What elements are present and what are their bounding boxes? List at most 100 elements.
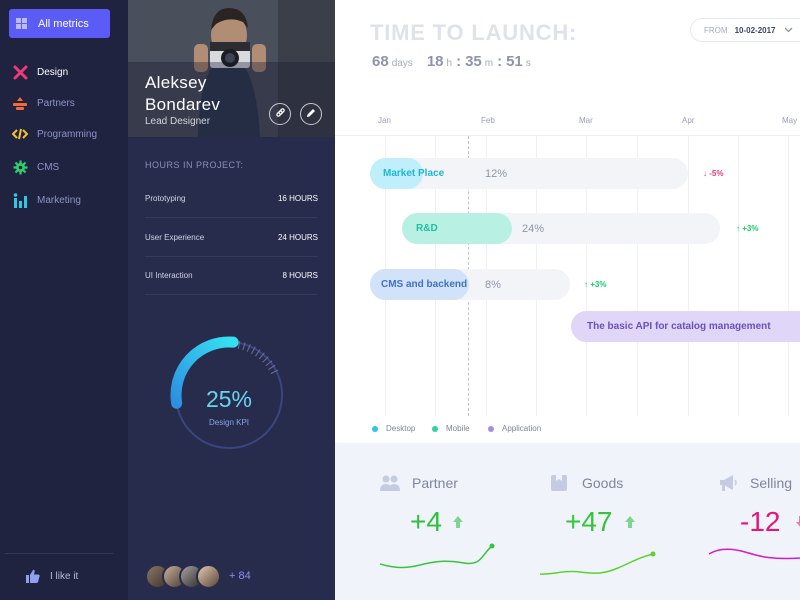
grid-line	[688, 136, 689, 416]
megaphone-icon	[718, 474, 738, 492]
profile-first-name: Aleksey	[145, 73, 207, 92]
hours-row: User Experience 24 HOURS	[145, 219, 318, 257]
team-avatars[interactable]: + 84	[145, 562, 251, 590]
legend-label: Desktop	[386, 424, 416, 433]
legend-item: Desktop	[372, 424, 415, 433]
countdown-days: 68	[372, 53, 389, 70]
arrow-up-icon	[453, 515, 463, 533]
gantt-bar-label: CMS and backend	[381, 279, 468, 290]
chevron-down-icon	[784, 26, 793, 35]
like-button[interactable]: I like it	[26, 569, 78, 583]
hours-row-label: User Experience	[145, 233, 205, 242]
gantt-bar-label: Market Place	[383, 168, 445, 179]
countdown-seconds-unit: s	[525, 58, 531, 69]
thumbs-up-icon	[26, 569, 40, 583]
stat-title-label: Partner	[412, 475, 458, 491]
grid-line	[738, 136, 739, 416]
stat-title: Selling	[718, 474, 792, 492]
all-metrics-label: All metrics	[38, 17, 89, 30]
profile-role: Lead Designer	[145, 116, 211, 127]
month-label: Jan	[378, 116, 391, 125]
legend-label: Application	[502, 424, 542, 433]
stat-selling[interactable]: Selling -12	[709, 443, 800, 600]
stat-sparkline	[709, 548, 800, 560]
legend-label: Mobile	[446, 424, 470, 433]
sidebar-item-design[interactable]: Design	[12, 63, 68, 81]
code-icon	[12, 126, 28, 142]
legend-dot	[432, 425, 438, 432]
month-label: May	[782, 116, 798, 125]
stat-title-label: Goods	[582, 475, 624, 491]
sidebar-item-marketing[interactable]: Marketing	[12, 191, 81, 209]
sidebar-item-label: Partners	[37, 97, 75, 109]
sidebar-item-partners[interactable]: Partners	[12, 94, 75, 112]
launch-title: TIME TO LAUNCH:	[370, 20, 578, 45]
grid-icon	[16, 18, 27, 29]
countdown-separator: :	[497, 53, 503, 70]
hours-row-value: 8 HOURS	[282, 271, 318, 280]
hours-row-label: UI Interaction	[145, 271, 193, 280]
countdown-seconds: 51	[506, 53, 523, 70]
countdown-days-unit: days	[391, 58, 413, 69]
main-panel: TIME TO LAUNCH: 68 days 18 h : 35 m : 51…	[335, 0, 800, 600]
stat-sparkline	[380, 543, 495, 569]
gantt-bar-percent: 12%	[485, 168, 508, 180]
sidebar-item-cms[interactable]: CMS	[12, 158, 59, 176]
box-icon	[550, 474, 570, 492]
sidebar-item-label: Programming	[37, 128, 98, 140]
stat-value: +4	[410, 506, 442, 537]
countdown-separator: :	[456, 53, 462, 70]
sidebar-item-programming[interactable]: Programming	[12, 125, 97, 143]
gantt-bar-percent: 8%	[485, 279, 501, 291]
arrow-down-icon	[796, 515, 800, 533]
from-date: 10-02-2017	[734, 25, 776, 35]
countdown: 68 days 18 h : 35 m : 51 s	[372, 53, 531, 70]
stat-title-label: Selling	[750, 475, 793, 491]
profile-name: Aleksey Bondarev	[145, 72, 220, 116]
kpi-value: 25%	[205, 386, 253, 412]
gantt-bar-label: The basic API for catalog management	[587, 321, 771, 332]
all-metrics-button[interactable]: All metrics	[9, 9, 110, 38]
team-more-count[interactable]: + 84	[229, 570, 251, 582]
profile-photo: Aleksey Bondarev Lead Designer	[128, 0, 335, 137]
gantt-bar-delta: ↑ +3%	[584, 280, 607, 289]
month-label: Feb	[481, 116, 495, 125]
countdown-minutes: 35	[465, 53, 482, 70]
link-icon	[275, 105, 286, 123]
design-tools-icon	[12, 64, 28, 80]
gantt-bar-delta: ↓ -5%	[703, 169, 724, 178]
profile-panel: Aleksey Bondarev Lead Designer HOURS IN …	[128, 0, 335, 600]
stats-panel: Partner +4 Goods +47 Selling -12	[335, 443, 800, 600]
like-label: I like it	[50, 570, 79, 582]
hours-row: Prototyping 16 HOURS	[145, 180, 318, 218]
profile-link-button[interactable]	[269, 103, 291, 125]
stat-value: +47	[565, 506, 613, 537]
sidebar: All metrics Design Partners Programming …	[0, 0, 128, 600]
kpi-label: Design KPI	[208, 418, 250, 427]
stat-goods[interactable]: Goods +47	[540, 443, 700, 600]
sidebar-divider	[5, 553, 113, 554]
pencil-icon	[306, 105, 316, 123]
legend-dot	[488, 425, 494, 432]
sidebar-item-label: CMS	[37, 161, 60, 173]
from-label: FROM	[704, 25, 728, 35]
legend-item: Application	[488, 424, 541, 433]
people-icon	[380, 474, 400, 492]
countdown-minutes-unit: m	[484, 58, 494, 69]
from-date-select[interactable]: FROM 10-02-2017	[690, 18, 800, 42]
gear-icon	[12, 159, 28, 175]
legend-item: Mobile	[432, 424, 470, 433]
hours-row-value: 16 HOURS	[277, 194, 318, 203]
stat-partner[interactable]: Partner +4	[380, 443, 530, 600]
gantt-header-divider	[335, 135, 800, 136]
hours-row-label: Prototyping	[145, 194, 186, 203]
profile-edit-button[interactable]	[300, 103, 322, 125]
hours-row: UI Interaction 8 HOURS	[145, 257, 318, 295]
countdown-hours: 18	[426, 53, 444, 70]
kpi-gauge: 25% Design KPI	[164, 330, 294, 460]
grid-line	[788, 136, 789, 416]
hours-row-value: 24 HOURS	[277, 233, 318, 242]
stat-value: -12	[740, 506, 781, 537]
sidebar-item-label: Design	[37, 66, 69, 78]
partners-icon	[12, 95, 28, 111]
